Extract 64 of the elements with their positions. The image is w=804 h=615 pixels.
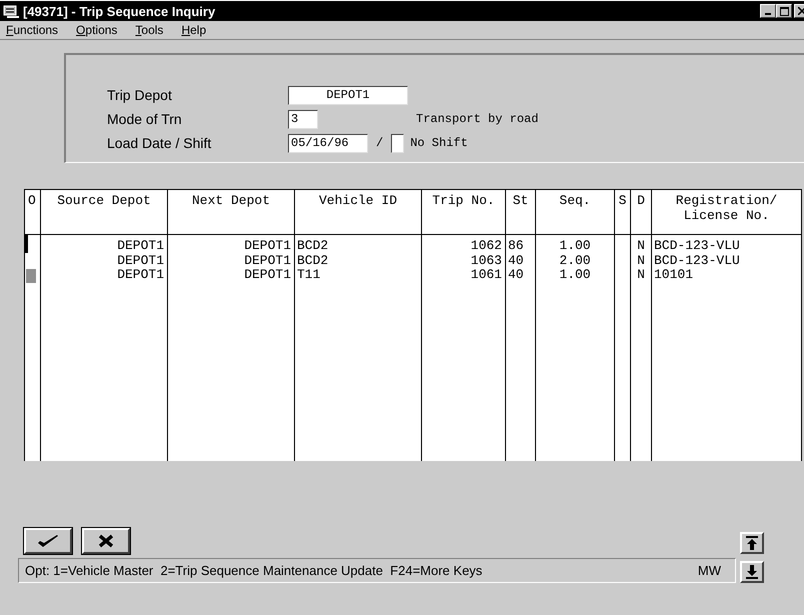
table-cell: 10101: [654, 268, 694, 282]
column-header: Source Depot: [40, 190, 168, 234]
table-cell: DEPOT1: [244, 268, 291, 282]
cancel-button[interactable]: [82, 528, 130, 554]
menu-item[interactable]: Functions: [5, 23, 64, 37]
table-cell: 1062: [470, 238, 502, 253]
maximize-button[interactable]: [776, 4, 792, 18]
column-header: O: [24, 190, 40, 234]
menu-item[interactable]: Help: [180, 23, 212, 37]
separator-text: /: [376, 136, 384, 150]
column-header: Vehicle ID: [294, 190, 422, 234]
column-header: Trip No.: [422, 190, 506, 234]
table-cell: BCD-123-VLU: [654, 238, 740, 253]
scroll-top-button[interactable]: [740, 532, 764, 554]
shift-field[interactable]: [391, 134, 404, 152]
minimize-button[interactable]: [760, 4, 776, 18]
close-icon: [798, 7, 804, 15]
table-cell: N: [637, 254, 645, 268]
close-icon: [98, 534, 114, 548]
table-cell: 40: [508, 268, 524, 282]
field-label: Load Date / Shift: [107, 135, 212, 151]
input-field[interactable]: 3: [288, 110, 318, 128]
field-label: Mode of Trn: [107, 111, 183, 127]
input-field[interactable]: DEPOT1: [288, 86, 408, 104]
table-cell: DEPOT1: [244, 238, 291, 253]
field-description: Transport by road: [416, 112, 538, 126]
table-cell: BCD2: [297, 238, 328, 253]
app-icon: [3, 4, 20, 18]
window-title: [49371] - Trip Sequence Inquiry: [23, 4, 216, 18]
column-header: St: [506, 190, 536, 234]
table-cell: DEPOT1: [117, 254, 164, 268]
table-cell: T11: [297, 268, 320, 282]
date-field[interactable]: 05/16/96: [288, 134, 368, 152]
scroll-down-button[interactable]: [740, 561, 764, 583]
arrow-up-icon: [746, 536, 758, 550]
table-cell: BCD2: [297, 254, 328, 268]
ok-button[interactable]: [24, 528, 72, 554]
table-cell: 1061: [470, 268, 502, 282]
checkmark-icon: [36, 534, 60, 548]
table-cell: N: [637, 268, 645, 282]
column-header: D: [630, 190, 652, 234]
column-header: Registration/ License No.: [652, 190, 802, 234]
table-cell: 40: [508, 254, 524, 268]
column-header: Seq.: [536, 190, 614, 234]
table-cell: DEPOT1: [117, 268, 164, 282]
column-header: Next Depot: [168, 190, 294, 234]
maximize-icon: [780, 6, 788, 16]
table-cell: 2.00: [559, 254, 591, 268]
menu-item[interactable]: Tools: [134, 23, 170, 37]
menu-item[interactable]: Options: [75, 23, 124, 37]
field-label: Trip Depot: [107, 87, 173, 103]
table-cell: 1.00: [559, 238, 591, 253]
status-text: Opt: 1=Vehicle Master 2=Trip Sequence Maintenance Update F24=More Keys: [25, 563, 484, 578]
table-cell: 86: [508, 238, 524, 253]
column-header: S: [614, 190, 630, 234]
table-cell: DEPOT1: [117, 238, 164, 253]
table-cell: 1.00: [559, 268, 591, 282]
arrow-down-icon: [746, 565, 758, 579]
table-cell: DEPOT1: [244, 254, 291, 268]
table-cell: BCD-123-VLU: [654, 254, 740, 268]
field-description: No Shift: [410, 136, 468, 150]
table-cell: N: [637, 238, 645, 253]
mode-indicator: MW: [698, 563, 721, 578]
table-cell: 1063: [470, 254, 502, 268]
